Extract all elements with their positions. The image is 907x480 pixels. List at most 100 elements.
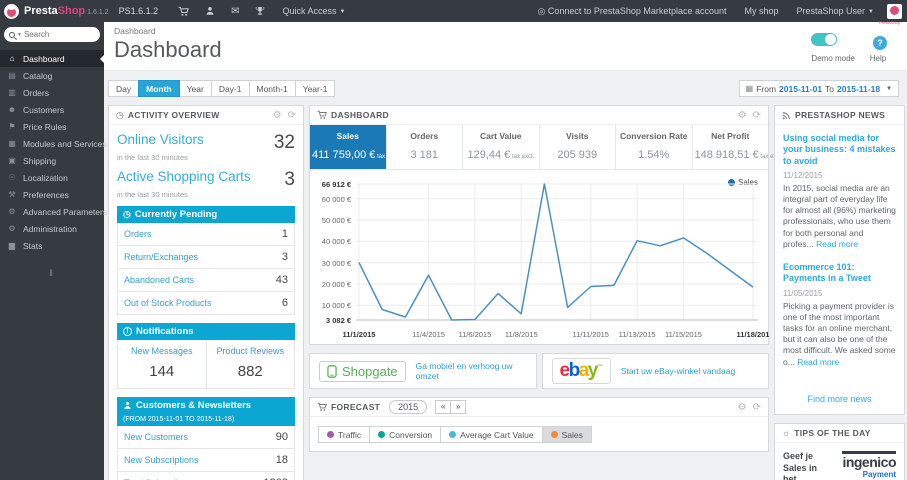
sidebar-item-label: Preferences (23, 189, 69, 200)
active-carts-link[interactable]: Active Shopping Carts (117, 169, 251, 184)
forecast-toggle-label: Conversion (389, 429, 433, 440)
online-visitors-link[interactable]: Online Visitors (117, 132, 204, 147)
help-icon[interactable]: ? (873, 36, 887, 50)
sidebar-item-modules-and-services[interactable]: ▦ Modules and Services (0, 135, 106, 152)
date-range-picker[interactable]: ▦ From 2015-11-01 To 2015-11-18 ▼ (738, 80, 899, 97)
kpi-sales[interactable]: Sales 411 759,00 € tax excl. (310, 125, 399, 169)
kpi-label: Orders (410, 131, 439, 141)
trophy-icon[interactable] (255, 6, 265, 16)
demo-mode-toggle[interactable] (811, 33, 838, 46)
sidebar-item-localization[interactable]: ☉ Localization (0, 169, 104, 186)
sidebar-item-label: Localization (23, 172, 68, 183)
sidebar-item-customers[interactable]: ☻ Customers (0, 101, 104, 118)
activity-overview-panel: ◷ ACTIVITY OVERVIEW ⚙ ⟳ Online Visitors 3… (108, 105, 304, 480)
stat-label-abandoned-carts[interactable]: Abandoned Carts (124, 275, 194, 285)
currently-pending-rows: Orders 1 Return/Exchanges 3 Abandoned Carts 4… (117, 223, 295, 315)
refresh-icon[interactable]: ⟳ (753, 402, 761, 413)
y-axis-tick: 60 000 € (321, 194, 351, 204)
brand[interactable]: PrestaShop 1.6.1.2 (24, 5, 109, 17)
sidebar-item-advanced-parameters[interactable]: ⚙ Advanced Parameters (0, 203, 107, 220)
notification-label: Product Reviews (216, 346, 285, 356)
stat-label-new-subscriptions[interactable]: New Subscriptions (124, 455, 199, 465)
range-button-month[interactable]: Month (138, 80, 180, 97)
refresh-icon[interactable]: ⟳ (753, 110, 761, 121)
read-more-link[interactable]: Read more (816, 239, 858, 249)
news-article-date: 11/05/2015 (783, 288, 823, 298)
search-scope-caret-icon[interactable]: ▼ (17, 32, 22, 38)
settings-icon[interactable]: ⚙ (738, 110, 747, 121)
clock-icon: ◷ (123, 209, 131, 219)
range-button-year[interactable]: Year (178, 80, 212, 97)
envelope-icon[interactable]: ✉ (231, 6, 239, 17)
range-button-day[interactable]: Day (108, 80, 140, 97)
notification-cell-product-reviews[interactable]: Product Reviews 882 (205, 340, 295, 388)
sidebar-item-stats[interactable]: ▆ Stats (0, 237, 104, 254)
forecast-toggle-traffic[interactable]: Traffic (318, 426, 371, 443)
sidebar-item-orders[interactable]: ▥ Orders (0, 84, 104, 101)
kpi-conversion-rate[interactable]: Conversion Rate 1.54% (616, 125, 693, 169)
my-shop-link[interactable]: My shop (744, 6, 778, 16)
sales-dot-icon (550, 431, 558, 438)
range-button-day-1[interactable]: Day-1 (210, 80, 250, 97)
customers-newsletters-title: Customers & Newsletters (136, 400, 252, 411)
marketplace-link[interactable]: ◎ Connect to PrestaShop Marketplace acco… (538, 6, 727, 17)
stat-row: Return/Exchanges 3 (118, 246, 294, 269)
prestashop-logo[interactable] (4, 3, 19, 19)
sidebar-item-shipping[interactable]: ▣ Shipping (0, 152, 104, 169)
forecast-toggle-average-cart-value[interactable]: Average Cart Value (440, 426, 543, 443)
sidebar-search: ▼ (4, 27, 100, 42)
sidebar-item-price-rules[interactable]: ⚑ Price Rules (0, 118, 104, 135)
search-input[interactable] (23, 30, 82, 39)
cart-icon[interactable] (178, 6, 189, 17)
notifications-header: ! Notifications (117, 323, 295, 340)
sales-chart-svg (356, 183, 758, 321)
forecast-toggle-label: Traffic (338, 429, 362, 440)
y-axis-tick: 30 000 € (321, 258, 351, 268)
sidebar-item-dashboard[interactable]: ⌂ Dashboard (0, 50, 104, 67)
settings-icon[interactable]: ⚙ (273, 110, 282, 121)
sidebar-collapse-button[interactable]: ‖ (0, 268, 104, 278)
stat-row: Out of Stock Products 6 (118, 292, 294, 314)
ebay-link[interactable]: Start uw eBay-winkel vandaag (621, 366, 735, 376)
user-avatar[interactable]: PrestaShop (879, 3, 902, 25)
stat-label-orders[interactable]: Orders (124, 229, 152, 239)
range-button-month-1[interactable]: Month-1 (248, 80, 296, 97)
brand-presta: Presta (24, 5, 58, 17)
sidebar-item-administration[interactable]: ⚙ Administration (0, 220, 104, 237)
customers-date-range: (FROM 2015-11-01 TO 2015-11-18) (123, 416, 235, 423)
notifications-title: Notifications (136, 326, 194, 337)
forecast-year-selector[interactable]: 2015 (389, 400, 428, 414)
refresh-icon[interactable]: ⟳ (288, 110, 296, 121)
person-icon[interactable] (205, 6, 215, 16)
marketplace-icon: ◎ (537, 5, 548, 16)
shopgate-link[interactable]: Ga mobiel en verhoog uw omzet (416, 361, 527, 381)
kpi-label: Conversion Rate (619, 131, 688, 141)
forecast-toggle-sales[interactable]: Sales (541, 426, 592, 443)
active-carts-caption: in the last 30 minutes (117, 190, 188, 199)
kpi-orders[interactable]: Orders 3 181 (387, 125, 463, 169)
kpi-cart-value[interactable]: Cart Value 129,44 € tax excl. (463, 125, 540, 169)
find-more-news-link[interactable]: Find more news (775, 394, 904, 404)
stat-label-return-exchanges[interactable]: Return/Exchanges (124, 252, 198, 262)
news-article-title[interactable]: Ecommerce 101: Payments in a Tweet (783, 262, 896, 285)
breadcrumb[interactable]: Dashboard (114, 26, 222, 36)
notification-cell-new-messages[interactable]: New Messages 144 (118, 340, 206, 388)
sidebar-item-catalog[interactable]: ▤ Catalog (0, 67, 104, 84)
stat-label-out-of-stock-products[interactable]: Out of Stock Products (124, 298, 212, 308)
news-article-title[interactable]: Using social media for your business: 4 … (783, 133, 896, 167)
kpi-visits[interactable]: Visits 205 939 (540, 125, 616, 169)
settings-icon[interactable]: ⚙ (738, 402, 747, 413)
notification-label: New Messages (130, 346, 193, 356)
user-menu[interactable]: PrestaShop User ▼ (797, 6, 875, 16)
read-more-link[interactable]: Read more (797, 357, 839, 367)
stat-label-new-customers[interactable]: New Customers (124, 432, 188, 442)
kpi-net-profit[interactable]: Net Profit 148 918,51 € tax excl. (693, 125, 783, 169)
sidebar-item-preferences[interactable]: ⚒ Preferences (0, 186, 104, 203)
range-button-year-1[interactable]: Year-1 (294, 80, 336, 97)
quick-access-menu[interactable]: Quick Access ▼ (282, 6, 345, 16)
forecast-prev-button[interactable]: « (435, 400, 452, 414)
lightbulb-icon: ☼ (782, 427, 791, 438)
to-label: To (825, 83, 835, 94)
forecast-toggle-conversion[interactable]: Conversion (369, 426, 442, 443)
forecast-next-button[interactable]: » (450, 400, 467, 414)
